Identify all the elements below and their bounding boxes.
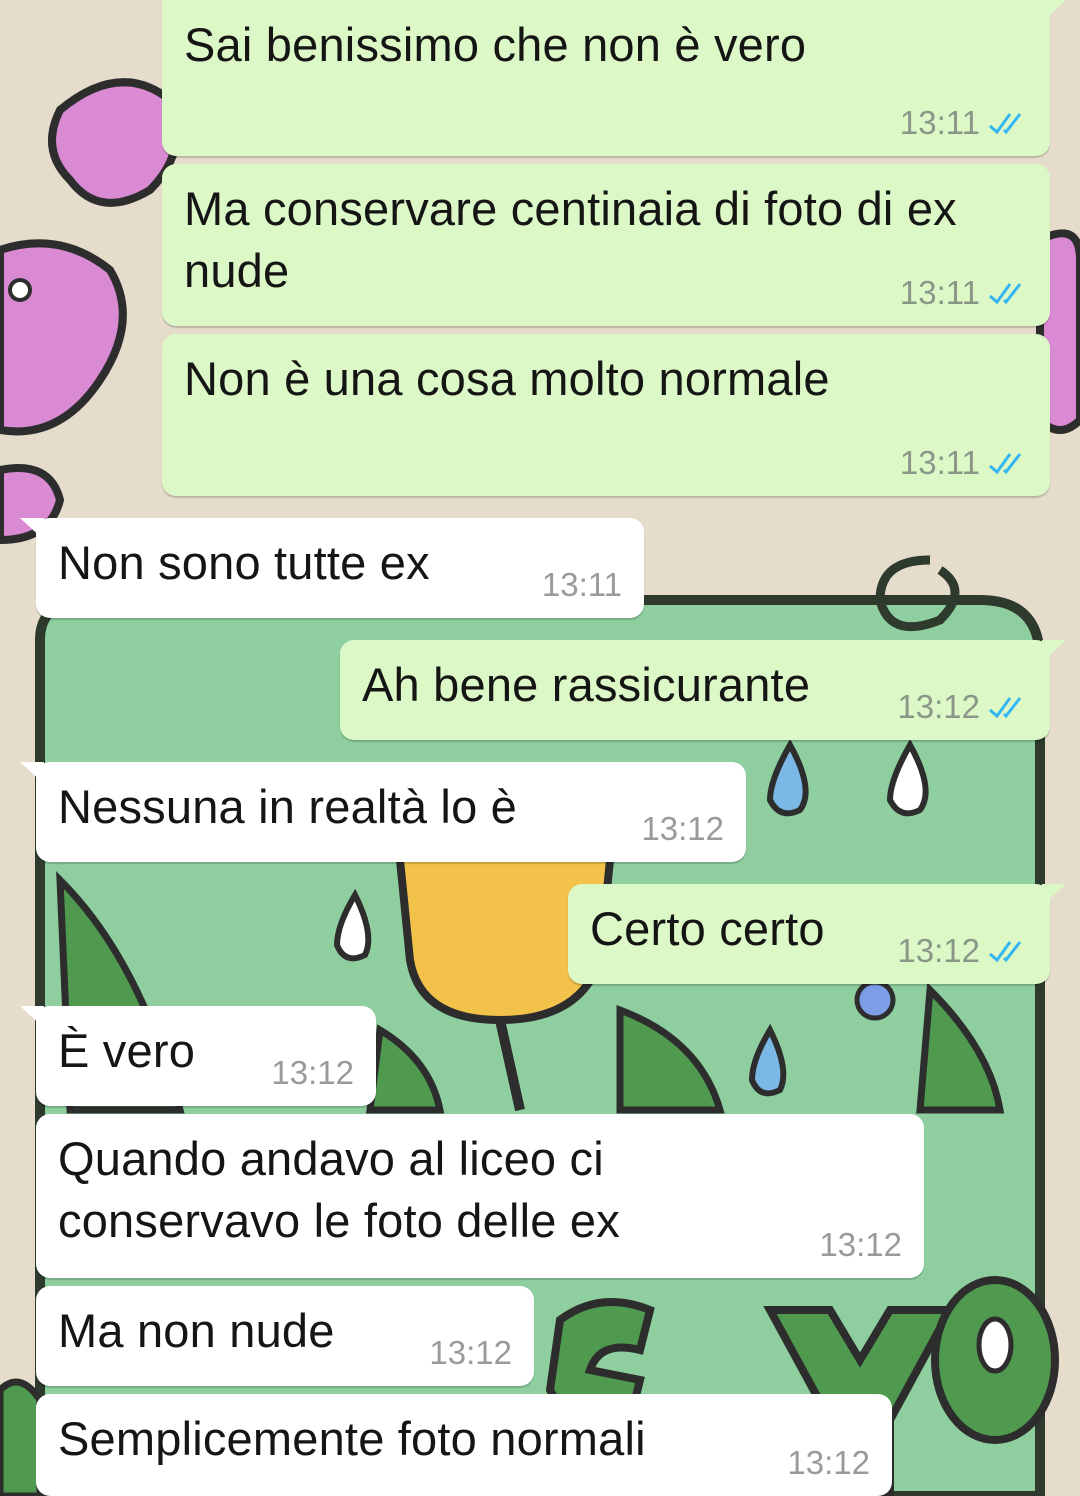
message-time: 13:11 <box>899 274 980 311</box>
read-ticks-icon <box>989 941 1022 963</box>
message-time: 13:12 <box>819 1226 902 1263</box>
outgoing-message[interactable]: Certo certo 13:12 <box>568 884 1066 984</box>
read-ticks-icon <box>989 283 1022 305</box>
message-time: 13:12 <box>429 1334 512 1371</box>
message-meta: 13:11 <box>900 274 1028 312</box>
outgoing-message[interactable]: Non è una cosa molto normale 13:11 <box>162 334 1050 496</box>
read-ticks-icon <box>989 453 1022 475</box>
message-list[interactable]: Sai benissimo che non è vero 13:11 Ma co… <box>0 0 1080 1496</box>
message-text: Non sono tutte ex <box>58 536 430 589</box>
bubble-tail-incoming <box>20 1006 44 1028</box>
message-time: 13:11 <box>899 104 980 141</box>
incoming-message[interactable]: È vero 13:12 <box>20 1006 376 1106</box>
message-time: 13:12 <box>271 1054 354 1091</box>
message-meta: 13:12 <box>429 1334 512 1372</box>
incoming-message[interactable]: Quando andavo al liceo ci conservavo le … <box>36 1114 924 1278</box>
bubble-tail-incoming <box>20 762 44 784</box>
message-time: 13:12 <box>787 1444 870 1481</box>
read-ticks-icon <box>989 113 1022 135</box>
incoming-message[interactable]: Semplicemente foto normali 13:12 <box>36 1394 892 1496</box>
message-text: Non è una cosa molto normale <box>184 352 830 405</box>
message-meta: 13:12 <box>787 1444 870 1482</box>
bubble-tail-outgoing <box>1042 640 1066 662</box>
message-text: Ma conservare centinaia di foto di ex nu… <box>184 182 971 297</box>
outgoing-message[interactable]: Sai benissimo che non è vero 13:11 <box>162 0 1066 156</box>
bubble-tail-incoming <box>20 518 44 540</box>
incoming-message[interactable]: Ma non nude 13:12 <box>36 1286 534 1386</box>
message-meta: 13:11 <box>900 444 1028 482</box>
bubble-tail-outgoing <box>1042 0 1066 22</box>
message-text: Sai benissimo che non è vero <box>184 18 807 71</box>
message-text: Quando andavo al liceo ci conservavo le … <box>58 1132 620 1247</box>
message-text: Semplicemente foto normali <box>58 1412 646 1465</box>
message-meta: 13:12 <box>897 932 1028 970</box>
message-meta: 13:12 <box>819 1226 902 1264</box>
message-time: 13:11 <box>541 566 622 603</box>
message-time: 13:12 <box>641 810 724 847</box>
outgoing-message[interactable]: Ma conservare centinaia di foto di ex nu… <box>162 164 1050 326</box>
incoming-message[interactable]: Nessuna in realtà lo è 13:12 <box>20 762 746 862</box>
message-meta: 13:12 <box>897 688 1028 726</box>
message-time: 13:11 <box>899 444 980 481</box>
message-text: Nessuna in realtà lo è <box>58 780 518 833</box>
message-meta: 13:12 <box>641 810 724 848</box>
message-meta: 13:11 <box>900 104 1028 142</box>
message-time: 13:12 <box>897 688 980 725</box>
bubble-tail-outgoing <box>1042 884 1066 906</box>
read-ticks-icon <box>989 697 1022 719</box>
message-meta: 13:12 <box>271 1054 354 1092</box>
incoming-message[interactable]: Non sono tutte ex 13:11 <box>20 518 644 618</box>
outgoing-message[interactable]: Ah bene rassicurante 13:12 <box>340 640 1066 740</box>
message-meta: 13:11 <box>542 566 622 604</box>
message-time: 13:12 <box>897 932 980 969</box>
